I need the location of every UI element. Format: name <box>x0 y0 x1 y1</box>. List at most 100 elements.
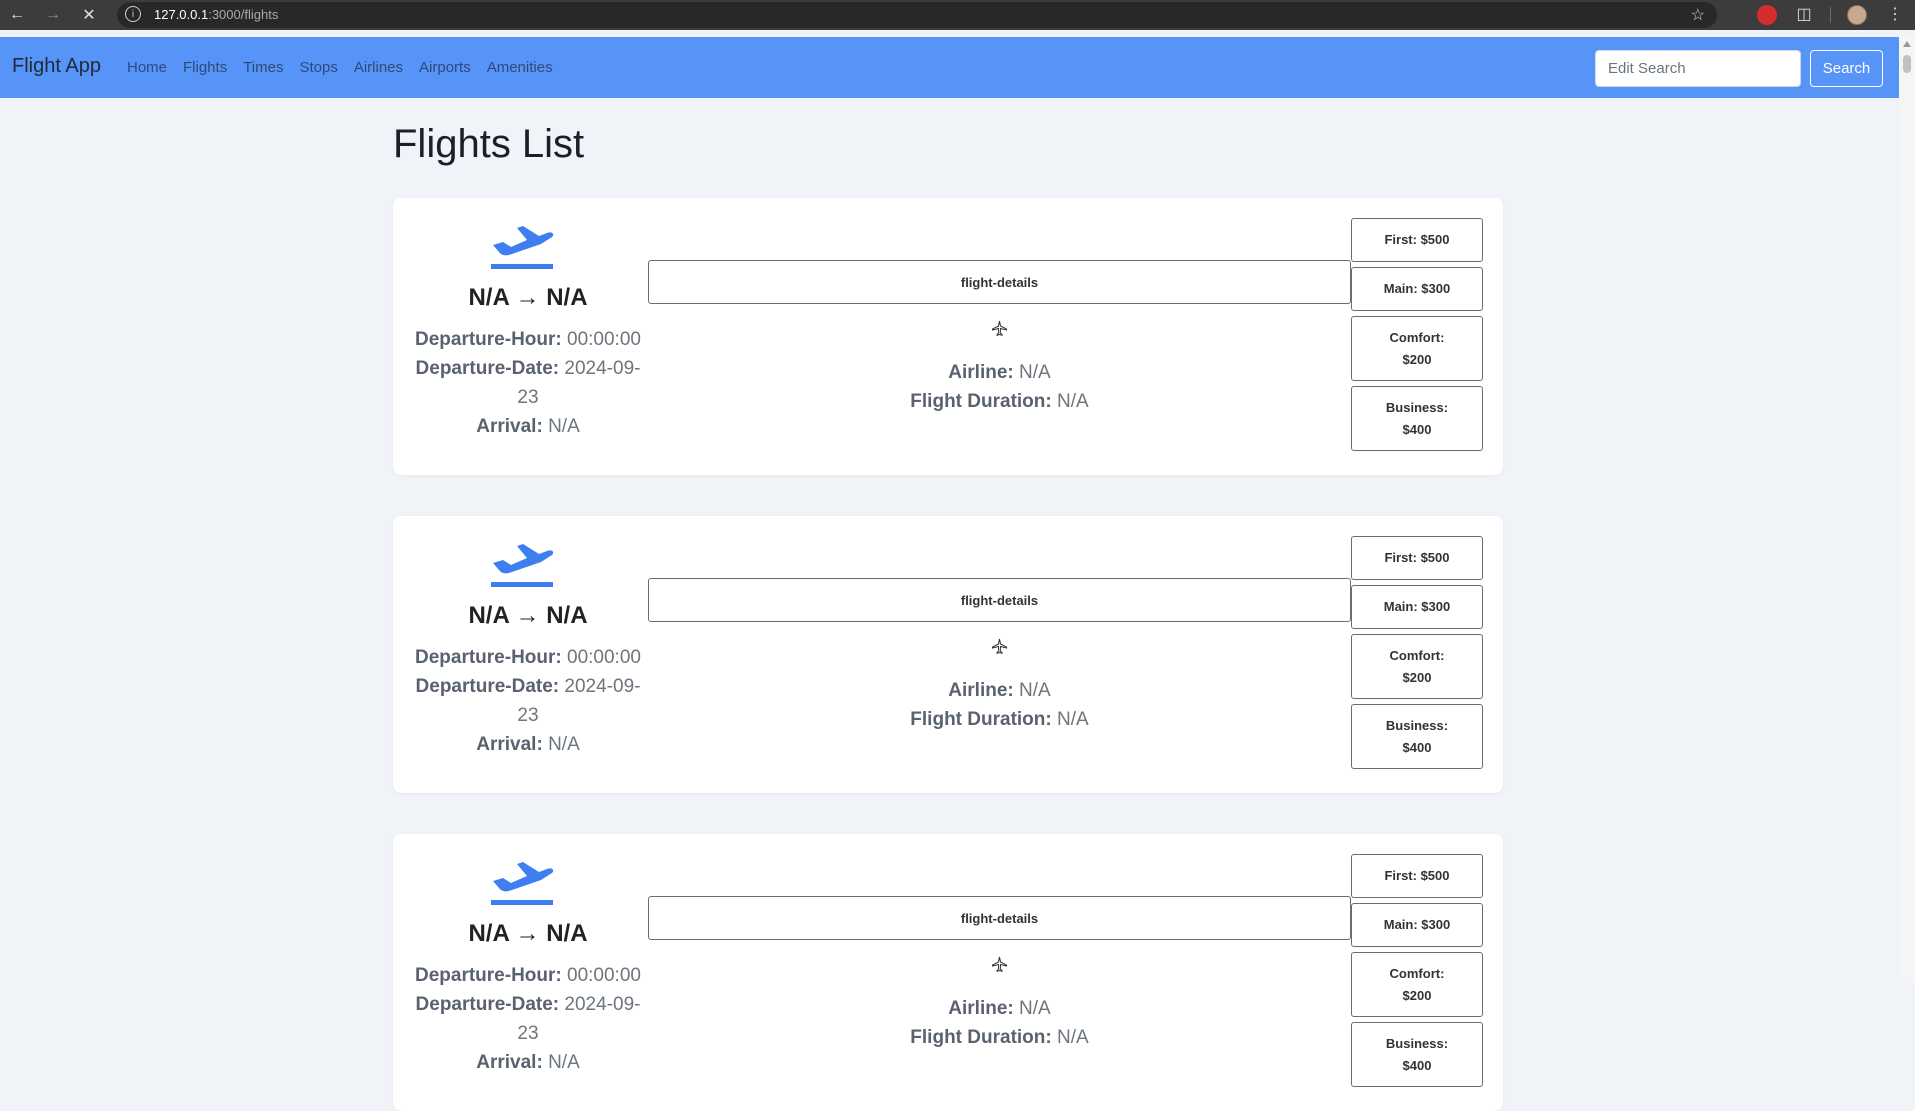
price-first-button[interactable]: First: $500 <box>1351 218 1483 262</box>
arrival-row: Arrival: N/A <box>409 412 647 441</box>
duration-label: Flight Duration: <box>910 391 1052 412</box>
flight-airline-info: Airline: N/A Flight Duration: N/A <box>648 358 1351 416</box>
price-business-button[interactable]: Business: $400 <box>1351 1022 1483 1087</box>
departure-hour-row: Departure-Hour: 00:00:00 <box>409 325 647 354</box>
price-business-value: $400 <box>1402 1057 1432 1073</box>
duration-value: N/A <box>1057 391 1089 412</box>
departure-date-label: Departure-Date: <box>415 676 560 697</box>
departure-date-continued: 23 <box>517 1023 539 1044</box>
price-main-button[interactable]: Main: $300 <box>1351 585 1483 629</box>
departure-hour-value: 00:00:00 <box>567 965 641 986</box>
arrival-value: N/A <box>548 734 580 755</box>
duration-label: Flight Duration: <box>910 709 1052 730</box>
duration-row: Flight Duration: N/A <box>648 1023 1351 1052</box>
departure-hour-value: 00:00:00 <box>567 647 641 668</box>
price-comfort-value: $200 <box>1402 351 1432 367</box>
brand-logo[interactable]: Flight App <box>12 55 101 78</box>
departure-date-value: 2024-09- <box>564 676 641 697</box>
forward-arrow-icon[interactable]: → <box>42 4 64 26</box>
price-main-button[interactable]: Main: $300 <box>1351 267 1483 311</box>
nav-link-home[interactable]: Home <box>127 59 167 76</box>
nav-link-times[interactable]: Times <box>243 59 283 76</box>
departure-hour-label: Departure-Hour: <box>415 965 562 986</box>
price-business-label: Business: <box>1385 1035 1449 1051</box>
price-main-button[interactable]: Main: $300 <box>1351 903 1483 947</box>
duration-label: Flight Duration: <box>910 1027 1052 1048</box>
price-business-button[interactable]: Business: $400 <box>1351 386 1483 451</box>
departure-date-value: 2024-09- <box>564 358 641 379</box>
browser-menu-icon[interactable]: ⋮ <box>1885 5 1905 25</box>
nav-link-stops[interactable]: Stops <box>299 59 337 76</box>
departure-hour-label: Departure-Hour: <box>415 329 562 350</box>
price-business-label: Business: <box>1385 399 1449 415</box>
nav-link-amenities[interactable]: Amenities <box>487 59 553 76</box>
flight-route: N/A → N/A <box>468 284 588 311</box>
price-comfort-button[interactable]: Comfort: $200 <box>1351 952 1483 1017</box>
price-business-value: $400 <box>1402 421 1432 437</box>
airline-row: Airline: N/A <box>648 994 1351 1023</box>
nav-links: Home Flights Times Stops Airlines Airpor… <box>127 59 569 76</box>
flight-details-button[interactable]: flight-details <box>648 896 1351 940</box>
page-scrollbar[interactable] <box>1899 37 1915 982</box>
flight-airline-info: Airline: N/A Flight Duration: N/A <box>648 676 1351 734</box>
site-info-icon[interactable]: i <box>125 6 141 22</box>
scroll-up-arrow-icon[interactable] <box>1903 41 1911 47</box>
arrival-label: Arrival: <box>476 1052 543 1073</box>
departure-date-row: Departure-Date: 2024-09- <box>409 990 647 1019</box>
toolbar-divider <box>1830 7 1831 23</box>
departure-date-continued: 23 <box>517 387 539 408</box>
airplane-icon <box>992 956 1007 972</box>
browser-toolbar: ← → ✕ i 127.0.0.1:3000/flights ☆ ◫ ⋮ <box>0 0 1915 30</box>
departure-date-value: 2024-09- <box>564 994 641 1015</box>
airline-row: Airline: N/A <box>648 358 1351 387</box>
arrival-label: Arrival: <box>476 734 543 755</box>
page-title: Flights List <box>393 122 585 166</box>
arrival-value: N/A <box>548 416 580 437</box>
departure-date-label: Departure-Date: <box>415 994 560 1015</box>
departure-hour-label: Departure-Hour: <box>415 647 562 668</box>
search-input[interactable] <box>1595 50 1801 87</box>
profile-avatar[interactable] <box>1847 5 1867 25</box>
stop-loading-icon[interactable]: ✕ <box>78 4 100 26</box>
address-bar[interactable]: i 127.0.0.1:3000/flights ☆ <box>117 2 1717 28</box>
extensions-puzzle-icon[interactable]: ◫ <box>1794 5 1814 25</box>
airplane-icon <box>992 638 1007 654</box>
price-comfort-value: $200 <box>1402 669 1432 685</box>
departure-date-row: Departure-Date: 2024-09- <box>409 672 647 701</box>
flight-route: N/A → N/A <box>468 920 588 947</box>
nav-link-airlines[interactable]: Airlines <box>354 59 403 76</box>
url-text: 127.0.0.1:3000/flights <box>154 7 278 22</box>
price-comfort-button[interactable]: Comfort: $200 <box>1351 316 1483 381</box>
price-comfort-value: $200 <box>1402 987 1432 1003</box>
back-arrow-icon[interactable]: ← <box>6 4 28 26</box>
flight-times: Departure-Hour: 00:00:00 Departure-Date:… <box>409 325 647 441</box>
duration-value: N/A <box>1057 1027 1089 1048</box>
flight-details-button[interactable]: flight-details <box>648 260 1351 304</box>
price-comfort-button[interactable]: Comfort: $200 <box>1351 634 1483 699</box>
airplane-departure-icon <box>491 862 554 905</box>
price-first-button[interactable]: First: $500 <box>1351 536 1483 580</box>
flight-times: Departure-Hour: 00:00:00 Departure-Date:… <box>409 961 647 1077</box>
nav-link-airports[interactable]: Airports <box>419 59 471 76</box>
price-business-button[interactable]: Business: $400 <box>1351 704 1483 769</box>
flight-details-button[interactable]: flight-details <box>648 578 1351 622</box>
airplane-departure-icon <box>491 226 554 269</box>
flight-card: N/A → N/A Departure-Hour: 00:00:00 Depar… <box>393 516 1503 793</box>
arrival-value: N/A <box>548 1052 580 1073</box>
arrival-label: Arrival: <box>476 416 543 437</box>
scrollbar-thumb[interactable] <box>1903 55 1911 73</box>
price-options: First: $500 Main: $300 Comfort: $200 Busi… <box>1351 854 1483 1092</box>
extension-icon[interactable] <box>1757 5 1777 25</box>
airplane-icon <box>992 320 1007 336</box>
flight-card: N/A → N/A Departure-Hour: 00:00:00 Depar… <box>393 198 1503 475</box>
duration-value: N/A <box>1057 709 1089 730</box>
url-path: :3000/flights <box>208 7 279 22</box>
search-button[interactable]: Search <box>1810 50 1883 87</box>
bookmark-star-icon[interactable]: ☆ <box>1691 5 1705 25</box>
flight-card: N/A → N/A Departure-Hour: 00:00:00 Depar… <box>393 834 1503 1111</box>
duration-row: Flight Duration: N/A <box>648 387 1351 416</box>
nav-link-flights[interactable]: Flights <box>183 59 227 76</box>
price-options: First: $500 Main: $300 Comfort: $200 Busi… <box>1351 536 1483 774</box>
price-first-button[interactable]: First: $500 <box>1351 854 1483 898</box>
departure-date-row: Departure-Date: 2024-09- <box>409 354 647 383</box>
